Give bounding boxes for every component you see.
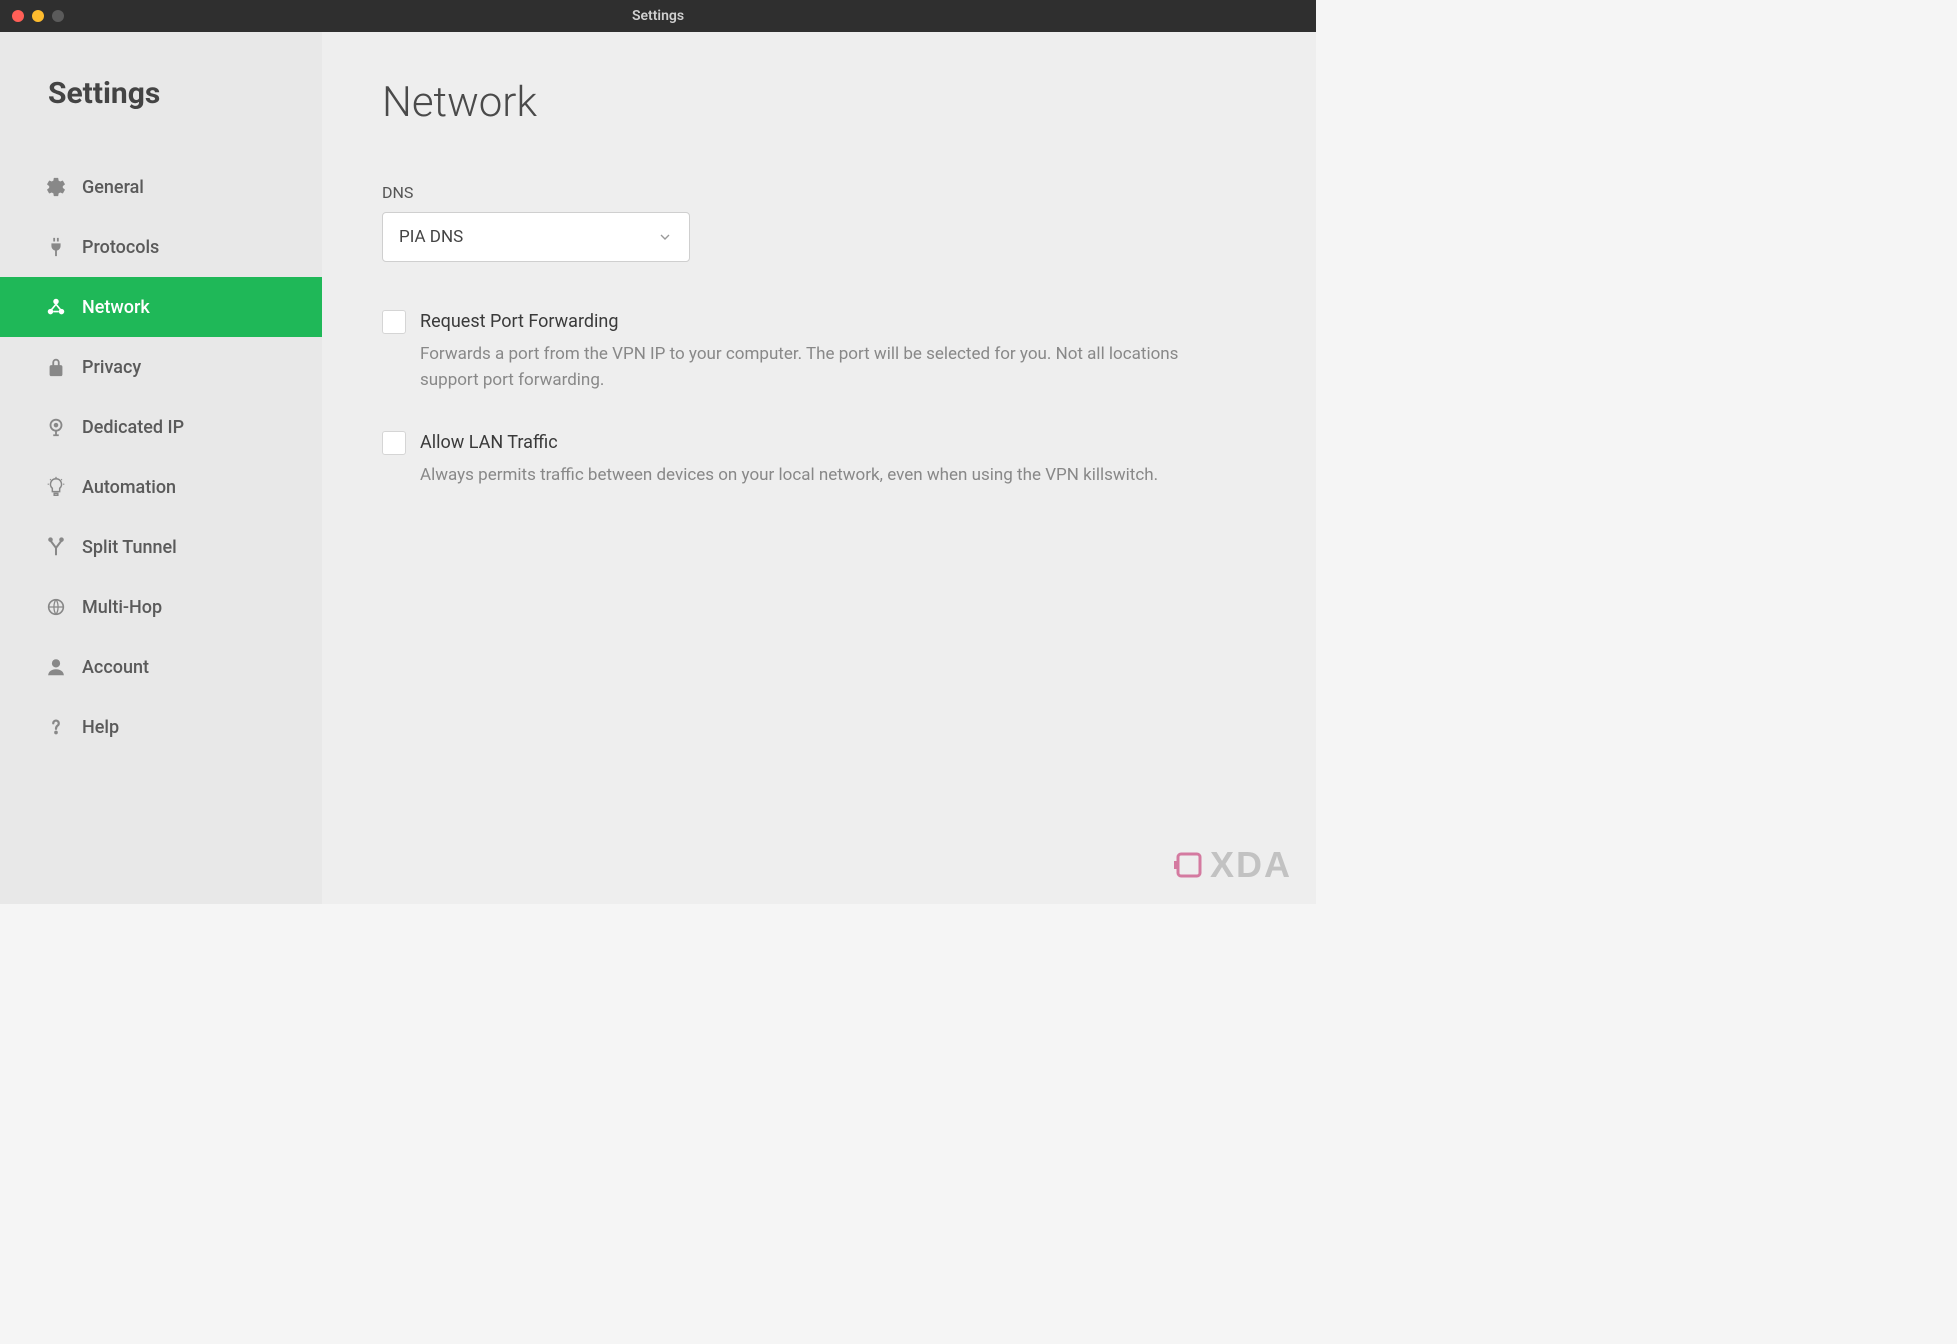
window-controls (12, 10, 64, 22)
globe-arrows-icon (44, 595, 68, 619)
option-title: Allow LAN Traffic (420, 431, 1240, 453)
sidebar-item-label: Multi-Hop (82, 597, 162, 618)
main-panel: Network DNS PIA DNS Request Port Forward… (322, 32, 1316, 904)
chevron-down-icon (657, 229, 673, 245)
network-icon (44, 295, 68, 319)
window-title: Settings (632, 8, 684, 24)
sidebar-item-split-tunnel[interactable]: Split Tunnel (0, 517, 322, 577)
option-description: Forwards a port from the VPN IP to your … (420, 342, 1240, 393)
dns-select[interactable]: PIA DNS (382, 212, 690, 262)
sidebar-item-privacy[interactable]: Privacy (0, 337, 322, 397)
sidebar-item-general[interactable]: General (0, 157, 322, 217)
option-title: Request Port Forwarding (420, 310, 1240, 332)
maximize-window-button[interactable] (52, 10, 64, 22)
sidebar-item-network[interactable]: Network (0, 277, 322, 337)
sidebar-item-label: General (82, 177, 144, 198)
question-icon (44, 715, 68, 739)
page-title: Network (382, 78, 1256, 127)
sidebar-item-protocols[interactable]: Protocols (0, 217, 322, 277)
sidebar-item-label: Split Tunnel (82, 537, 177, 558)
sidebar-item-dedicated-ip[interactable]: Dedicated IP (0, 397, 322, 457)
sidebar-item-help[interactable]: Help (0, 697, 322, 757)
option-request-port-forwarding: Request Port Forwarding Forwards a port … (382, 310, 1256, 393)
split-icon (44, 535, 68, 559)
request-port-forwarding-checkbox[interactable] (382, 310, 406, 334)
sidebar-header: Settings (0, 76, 322, 111)
sidebar-item-label: Network (82, 297, 150, 318)
sidebar-item-label: Help (82, 717, 119, 738)
xda-watermark: XDA (1172, 844, 1292, 886)
xda-logo-icon (1172, 848, 1206, 882)
sidebar-item-multi-hop[interactable]: Multi-Hop (0, 577, 322, 637)
lock-icon (44, 355, 68, 379)
sidebar-item-label: Privacy (82, 357, 141, 378)
dns-selected-value: PIA DNS (399, 227, 463, 247)
sidebar-item-label: Dedicated IP (82, 417, 184, 438)
sidebar-item-label: Automation (82, 477, 176, 498)
sidebar-item-automation[interactable]: Automation (0, 457, 322, 517)
plug-icon (44, 235, 68, 259)
sidebar-item-label: Protocols (82, 237, 159, 258)
sidebar: Settings General Protocols Network (0, 32, 322, 904)
sidebar-item-label: Account (82, 657, 149, 678)
titlebar: Settings (0, 0, 1316, 32)
option-allow-lan-traffic: Allow LAN Traffic Always permits traffic… (382, 431, 1256, 489)
gear-icon (44, 175, 68, 199)
sidebar-item-account[interactable]: Account (0, 637, 322, 697)
person-icon (44, 655, 68, 679)
ip-pin-icon (44, 415, 68, 439)
allow-lan-traffic-checkbox[interactable] (382, 431, 406, 455)
lightbulb-icon (44, 475, 68, 499)
minimize-window-button[interactable] (32, 10, 44, 22)
dns-label: DNS (382, 183, 1256, 202)
option-description: Always permits traffic between devices o… (420, 463, 1240, 489)
watermark-text: XDA (1210, 844, 1292, 886)
close-window-button[interactable] (12, 10, 24, 22)
